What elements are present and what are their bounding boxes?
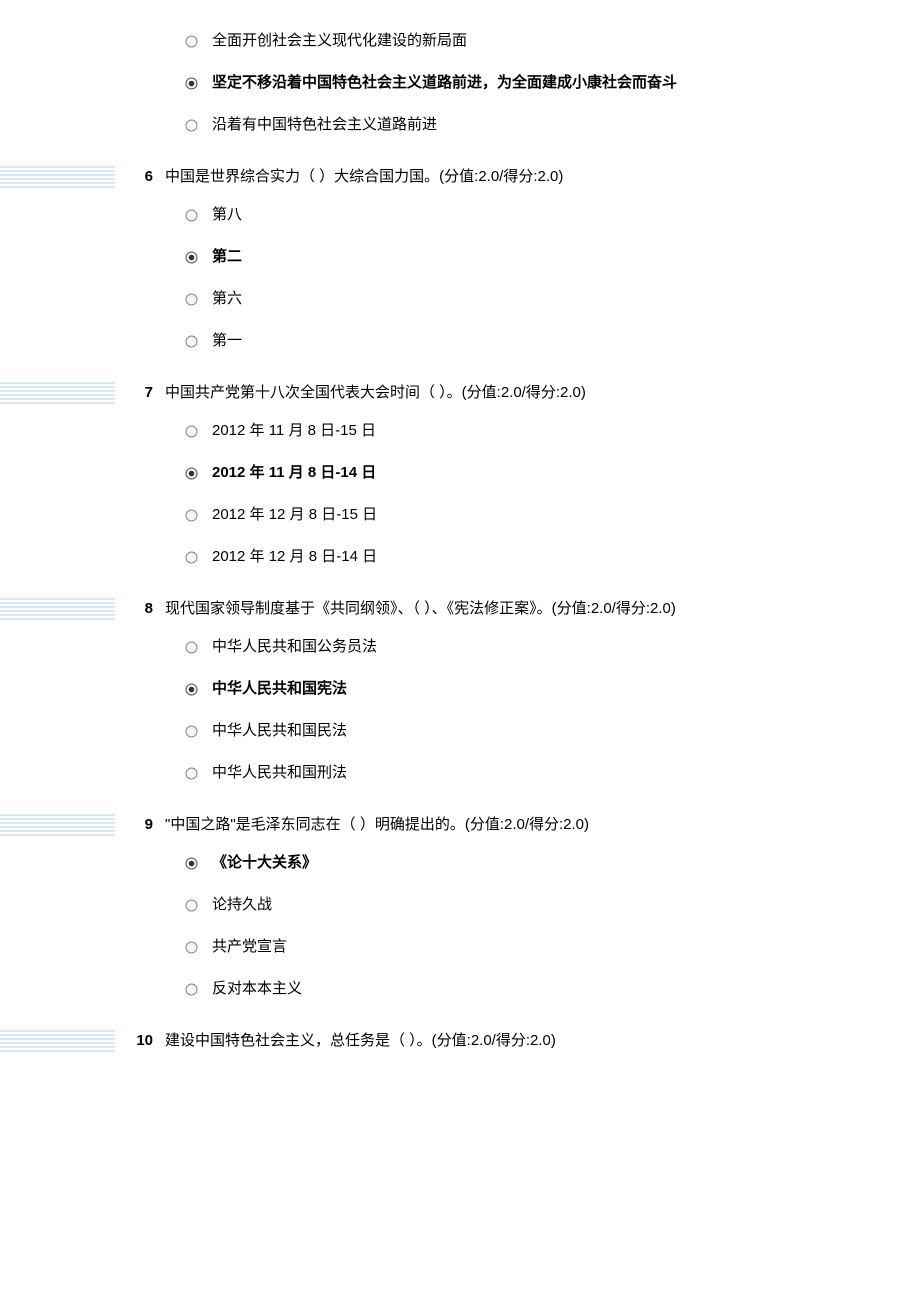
option-label: 中华人民共和国公务员法 xyxy=(212,638,377,656)
quiz-page: 全面开创社会主义现代化建设的新局面 坚定不移沿着中国特色社会主义道路前进，为全面… xyxy=(0,0,920,1092)
option-label: 中华人民共和国刑法 xyxy=(212,764,347,782)
radio-unchecked-icon[interactable] xyxy=(185,941,198,954)
question-text: 中国共产党第十八次全国代表大会时间（ ）。(分值:2.0/得分:2.0) xyxy=(165,382,920,404)
option-label: 《论十大关系》 xyxy=(212,854,317,872)
radio-unchecked-icon[interactable] xyxy=(185,899,198,912)
radio-unchecked-icon[interactable] xyxy=(185,293,198,306)
radio-unchecked-icon[interactable] xyxy=(185,209,198,222)
radio-unchecked-icon[interactable] xyxy=(185,509,198,522)
option-label: 2012 年 11 月 8 日-15 日 xyxy=(212,422,376,440)
option-row: 2012 年 11 月 8 日-15 日 xyxy=(185,410,920,452)
question-10: 10 建设中国特色社会主义，总任务是（ ）。(分值:2.0/得分:2.0) xyxy=(0,1030,920,1052)
question-9-options: 《论十大关系》 论持久战 共产党宣言 反对本本主义 xyxy=(185,842,920,1010)
radio-checked-icon[interactable] xyxy=(185,857,198,870)
option-label: 2012 年 12 月 8 日-14 日 xyxy=(212,548,377,566)
radio-unchecked-icon[interactable] xyxy=(185,425,198,438)
radio-checked-icon[interactable] xyxy=(185,683,198,696)
question-partial-options: 全面开创社会主义现代化建设的新局面 坚定不移沿着中国特色社会主义道路前进，为全面… xyxy=(185,20,920,146)
decorative-stripe xyxy=(0,814,115,836)
decorative-stripe xyxy=(0,1030,115,1052)
question-number: 9 xyxy=(115,814,165,836)
radio-unchecked-icon[interactable] xyxy=(185,725,198,738)
question-9: 9 "中国之路"是毛泽东同志在（ ）明确提出的。(分值:2.0/得分:2.0) xyxy=(0,814,920,836)
option-label: 反对本本主义 xyxy=(212,980,302,998)
question-6-options: 第八 第二 第六 第一 xyxy=(185,194,920,362)
radio-unchecked-icon[interactable] xyxy=(185,641,198,654)
option-label: 全面开创社会主义现代化建设的新局面 xyxy=(212,32,467,50)
option-row: 2012 年 11 月 8 日-14 日 xyxy=(185,452,920,494)
option-row: 中华人民共和国刑法 xyxy=(185,752,920,794)
option-label: 沿着有中国特色社会主义道路前进 xyxy=(212,116,437,134)
option-row: 论持久战 xyxy=(185,884,920,926)
radio-unchecked-icon[interactable] xyxy=(185,767,198,780)
option-row: 《论十大关系》 xyxy=(185,842,920,884)
option-label: 第二 xyxy=(212,248,242,266)
decorative-stripe xyxy=(0,382,115,404)
option-row: 第一 xyxy=(185,320,920,362)
option-row: 全面开创社会主义现代化建设的新局面 xyxy=(185,20,920,62)
option-label: 中华人民共和国宪法 xyxy=(212,680,347,698)
radio-unchecked-icon[interactable] xyxy=(185,335,198,348)
option-label: 共产党宣言 xyxy=(212,938,287,956)
question-text: 现代国家领导制度基于《共同纲领》、（ ）、《宪法修正案》。(分值:2.0/得分:… xyxy=(165,598,920,620)
option-label: 2012 年 12 月 8 日-15 日 xyxy=(212,506,377,524)
question-7: 7 中国共产党第十八次全国代表大会时间（ ）。(分值:2.0/得分:2.0) xyxy=(0,382,920,404)
option-label: 2012 年 11 月 8 日-14 日 xyxy=(212,464,376,482)
question-8-options: 中华人民共和国公务员法 中华人民共和国宪法 中华人民共和国民法 中华人民共和国刑… xyxy=(185,626,920,794)
option-row: 第六 xyxy=(185,278,920,320)
option-row: 沿着有中国特色社会主义道路前进 xyxy=(185,104,920,146)
question-text: "中国之路"是毛泽东同志在（ ）明确提出的。(分值:2.0/得分:2.0) xyxy=(165,814,920,836)
radio-unchecked-icon[interactable] xyxy=(185,983,198,996)
option-label: 中华人民共和国民法 xyxy=(212,722,347,740)
option-row: 中华人民共和国民法 xyxy=(185,710,920,752)
option-row: 2012 年 12 月 8 日-14 日 xyxy=(185,536,920,578)
option-row: 第八 xyxy=(185,194,920,236)
question-number: 8 xyxy=(115,598,165,620)
question-text: 中国是世界综合实力（ ）大综合国力国。(分值:2.0/得分:2.0) xyxy=(165,166,920,188)
question-6: 6 中国是世界综合实力（ ）大综合国力国。(分值:2.0/得分:2.0) xyxy=(0,166,920,188)
question-text: 建设中国特色社会主义，总任务是（ ）。(分值:2.0/得分:2.0) xyxy=(165,1030,920,1052)
option-row: 反对本本主义 xyxy=(185,968,920,1010)
option-label: 论持久战 xyxy=(212,896,272,914)
question-number: 7 xyxy=(115,382,165,404)
option-row: 中华人民共和国公务员法 xyxy=(185,626,920,668)
radio-checked-icon[interactable] xyxy=(185,467,198,480)
question-number: 10 xyxy=(115,1030,165,1052)
radio-unchecked-icon[interactable] xyxy=(185,35,198,48)
radio-unchecked-icon[interactable] xyxy=(185,551,198,564)
radio-unchecked-icon[interactable] xyxy=(185,119,198,132)
option-label: 第六 xyxy=(212,290,242,308)
radio-checked-icon[interactable] xyxy=(185,251,198,264)
question-number: 6 xyxy=(115,166,165,188)
option-row: 第二 xyxy=(185,236,920,278)
decorative-stripe xyxy=(0,598,115,620)
option-label: 第八 xyxy=(212,206,242,224)
option-row: 坚定不移沿着中国特色社会主义道路前进，为全面建成小康社会而奋斗 xyxy=(185,62,920,104)
option-row: 2012 年 12 月 8 日-15 日 xyxy=(185,494,920,536)
option-row: 共产党宣言 xyxy=(185,926,920,968)
question-8: 8 现代国家领导制度基于《共同纲领》、（ ）、《宪法修正案》。(分值:2.0/得… xyxy=(0,598,920,620)
decorative-stripe xyxy=(0,166,115,188)
radio-checked-icon[interactable] xyxy=(185,77,198,90)
option-label: 第一 xyxy=(212,332,242,350)
option-row: 中华人民共和国宪法 xyxy=(185,668,920,710)
question-7-options: 2012 年 11 月 8 日-15 日 2012 年 11 月 8 日-14 … xyxy=(185,410,920,578)
option-label: 坚定不移沿着中国特色社会主义道路前进，为全面建成小康社会而奋斗 xyxy=(212,74,677,92)
